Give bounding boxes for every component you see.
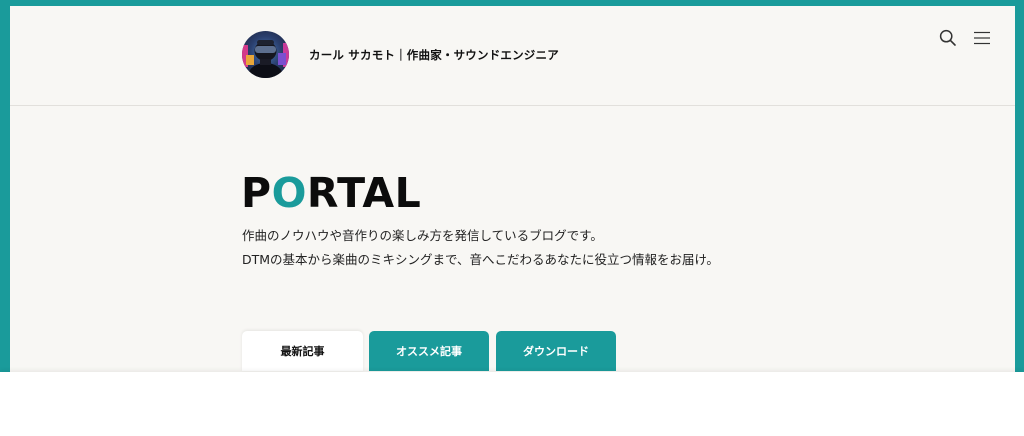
search-icon: [939, 29, 956, 46]
avatar-image: [242, 40, 289, 78]
tab-latest-articles[interactable]: 最新記事: [242, 331, 363, 371]
tab-content-area: [0, 372, 1024, 436]
tab-label: ダウンロード: [523, 345, 589, 358]
site-title[interactable]: カール サカモト｜作曲家・サウンドエンジニア: [309, 47, 559, 63]
hamburger-menu-icon: [974, 31, 990, 45]
tab-label: 最新記事: [280, 345, 325, 358]
menu-button[interactable]: [972, 28, 992, 48]
portal-logo: PORTAL: [241, 171, 421, 215]
logo-letters-rtal: RTAL: [306, 169, 422, 217]
logo-letter-p: P: [241, 169, 272, 217]
page-frame: カール サカモト｜作曲家・サウンドエンジニア PORTAL 作曲のノウハウや音作…: [0, 0, 1024, 372]
logo-letter-o-accent: O: [271, 169, 307, 217]
tab-recommended-articles[interactable]: オススメ記事: [369, 331, 489, 371]
tab-download[interactable]: ダウンロード: [496, 331, 616, 371]
hero-description-line-1: 作曲のノウハウや音作りの楽しみ方を発信しているブログです。: [242, 228, 603, 243]
search-button[interactable]: [938, 28, 958, 48]
tab-label: オススメ記事: [396, 345, 462, 358]
page-inner: カール サカモト｜作曲家・サウンドエンジニア PORTAL 作曲のノウハウや音作…: [10, 6, 1015, 372]
site-header: カール サカモト｜作曲家・サウンドエンジニア: [10, 6, 1015, 106]
avatar[interactable]: [242, 31, 289, 78]
hero-description-line-2: DTMの基本から楽曲のミキシングまで、音へこだわるあなたに役立つ情報をお届け。: [242, 252, 719, 267]
